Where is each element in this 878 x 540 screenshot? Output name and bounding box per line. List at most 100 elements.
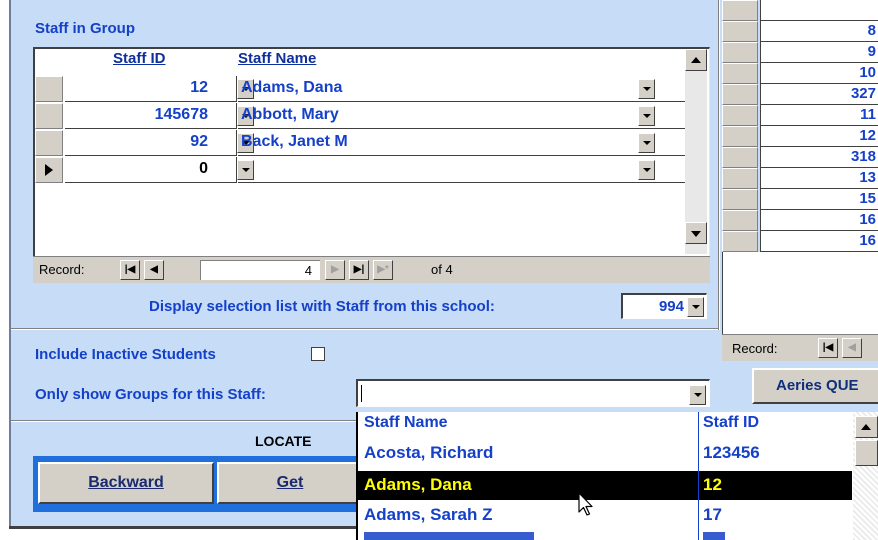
record-selector[interactable] xyxy=(35,103,63,129)
first-record-icon[interactable]: |◀ xyxy=(120,260,140,280)
staff-name-dropdown-button[interactable] xyxy=(638,79,655,99)
mouse-pointer-icon xyxy=(578,492,593,516)
new-record-icon[interactable]: ▶* xyxy=(373,260,393,280)
record-selector[interactable] xyxy=(722,84,758,105)
school-dropdown-button[interactable] xyxy=(687,297,704,317)
dropdown-scrollbar[interactable] xyxy=(853,412,878,540)
record-selector[interactable] xyxy=(722,147,758,168)
staff-name-value: Abbott, Mary xyxy=(241,106,339,123)
record-navigation: Record: |◀ ◀ 4 ▶ ▶| ▶* of 4 xyxy=(33,256,710,283)
staff-id-cell[interactable]: 12 xyxy=(65,76,254,102)
record-selector[interactable] xyxy=(35,130,63,156)
table-row[interactable]: 145678 Abbott, Mary xyxy=(35,103,685,129)
school-selection-combo[interactable]: 994 xyxy=(621,293,707,319)
right-panel-value[interactable]: 8 xyxy=(760,21,878,42)
right-panel-value[interactable]: 15 xyxy=(760,189,878,210)
locate-title: LOCATE xyxy=(255,433,312,449)
right-panel-value[interactable]: 10 xyxy=(760,63,878,84)
staff-name-dropdown-button[interactable] xyxy=(638,106,655,126)
next-record-icon[interactable]: ▶ xyxy=(325,260,345,280)
right-panel-value[interactable]: 12 xyxy=(760,126,878,147)
record-selector[interactable] xyxy=(722,0,758,21)
dropdown-staff-name: Adams, Sarah Z xyxy=(364,505,493,524)
dropdown-staff-name: Adams, Dana xyxy=(364,475,472,494)
staff-filter-dropdown-button[interactable] xyxy=(689,385,706,405)
staff-name-value: Back, Janet M xyxy=(241,133,348,150)
right-panel-value[interactable]: 13 xyxy=(760,168,878,189)
right-record-label: Record: xyxy=(732,341,778,356)
right-panel-empty-area xyxy=(722,252,878,334)
get-button[interactable]: Get xyxy=(217,462,363,504)
staff-name-cell[interactable] xyxy=(238,157,685,183)
record-count: of 4 xyxy=(431,262,453,277)
dropdown-header-staff-id: Staff ID xyxy=(703,414,759,431)
record-label: Record: xyxy=(39,262,85,277)
include-inactive-label: Include Inactive Students xyxy=(35,346,216,363)
list-item[interactable]: Adams, Sarah Z 17 xyxy=(358,501,852,530)
record-selector[interactable] xyxy=(722,126,758,147)
staff-name-value: Adams, Dana xyxy=(241,79,343,96)
scroll-up-icon[interactable] xyxy=(685,49,707,71)
dropdown-column-separator xyxy=(698,412,699,540)
partially-hidden-list-item[interactable] xyxy=(364,532,544,540)
staff-id-cell[interactable]: 92 xyxy=(65,130,254,156)
record-selector[interactable] xyxy=(722,189,758,210)
staff-name-cell[interactable]: Abbott, Mary xyxy=(238,103,685,129)
right-panel-value[interactable]: 16 xyxy=(760,231,878,252)
first-record-icon[interactable]: |◀ xyxy=(818,338,838,358)
staff-id-value: 12 xyxy=(190,79,208,96)
staff-name-cell[interactable]: Back, Janet M xyxy=(238,130,685,156)
list-item[interactable]: Acosta, Richard 123456 xyxy=(358,439,852,468)
record-selector[interactable] xyxy=(35,76,63,102)
record-number-field[interactable]: 4 xyxy=(200,260,320,280)
staff-dropdown-list[interactable]: Staff Name Staff ID Acosta, Richard 1234… xyxy=(356,412,878,540)
aeries-query-button[interactable]: Aeries QUE xyxy=(752,368,878,404)
list-item-selected[interactable]: Adams, Dana 12 xyxy=(358,471,852,500)
staff-name-cell[interactable]: Adams, Dana xyxy=(238,76,685,102)
table-row[interactable]: 92 Back, Janet M xyxy=(35,130,685,156)
form-border xyxy=(9,0,11,528)
school-selection-value: 994 xyxy=(658,298,684,315)
staff-id-cell[interactable]: 0 xyxy=(65,157,254,183)
last-record-icon[interactable]: ▶| xyxy=(349,260,369,280)
scrollbar-thumb[interactable] xyxy=(855,440,878,466)
backward-button[interactable]: Backward xyxy=(38,462,214,504)
staff-id-value: 0 xyxy=(199,160,208,177)
record-selector[interactable] xyxy=(722,63,758,84)
previous-record-icon[interactable]: ◀ xyxy=(144,260,164,280)
record-selector[interactable] xyxy=(722,21,758,42)
table-row[interactable]: 12 Adams, Dana xyxy=(35,76,685,102)
staff-id-cell[interactable]: 145678 xyxy=(65,103,254,129)
table-row-current[interactable]: 0 xyxy=(35,157,685,183)
include-inactive-checkbox[interactable] xyxy=(311,347,325,361)
right-panel-value[interactable]: 9 xyxy=(760,42,878,63)
scroll-down-icon[interactable] xyxy=(685,222,707,244)
staff-id-value: 145678 xyxy=(154,106,208,123)
right-panel-value[interactable]: 327 xyxy=(760,84,878,105)
staff-name-dropdown-button[interactable] xyxy=(638,160,655,180)
right-panel-record-navigation: Record: |◀ ◀ xyxy=(722,334,878,361)
only-show-groups-combo[interactable] xyxy=(356,379,710,407)
column-header-staff-id[interactable]: Staff ID xyxy=(113,50,166,67)
dropdown-staff-id: 123456 xyxy=(703,443,760,462)
dropdown-staff-id: 17 xyxy=(703,505,722,524)
record-selector[interactable] xyxy=(722,168,758,189)
scroll-up-icon[interactable] xyxy=(855,416,878,438)
partially-hidden-list-item-id xyxy=(703,532,733,540)
right-panel-value[interactable]: 16 xyxy=(760,210,878,231)
record-selector[interactable] xyxy=(722,42,758,63)
record-selector[interactable] xyxy=(722,105,758,126)
right-panel-value[interactable]: 318 xyxy=(760,147,878,168)
staff-name-dropdown-button[interactable] xyxy=(638,133,655,153)
current-record-arrow-icon[interactable] xyxy=(35,157,63,183)
record-selector[interactable] xyxy=(722,231,758,252)
right-panel-value[interactable]: 11 xyxy=(760,105,878,126)
column-header-staff-name[interactable]: Staff Name xyxy=(238,50,316,67)
previous-record-icon[interactable]: ◀ xyxy=(842,338,862,358)
right-panel-top-cell[interactable] xyxy=(760,0,878,21)
school-selection-label: Display selection list with Staff from t… xyxy=(149,298,495,315)
record-selector[interactable] xyxy=(722,210,758,231)
text-cursor xyxy=(361,385,362,402)
staff-id-value: 92 xyxy=(190,133,208,150)
divider xyxy=(11,328,718,330)
